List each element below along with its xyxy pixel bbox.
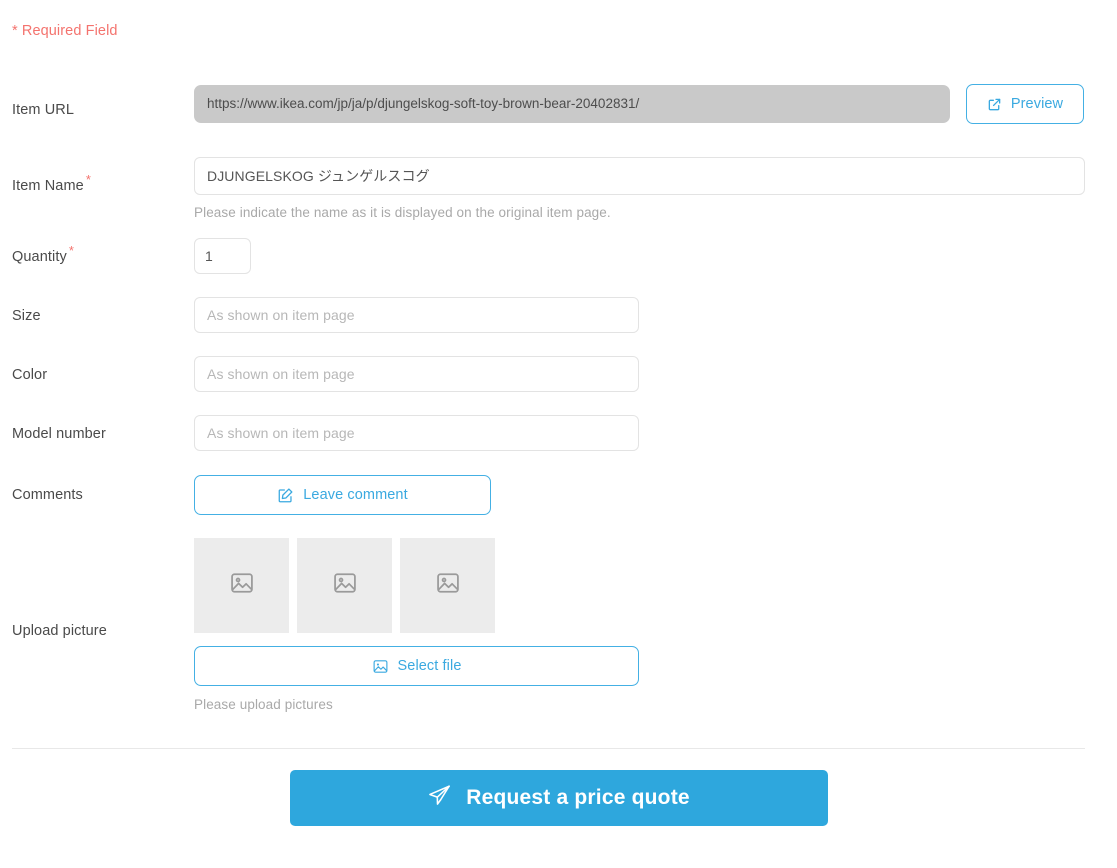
upload-picture-helper-text: Please upload pictures	[194, 697, 333, 712]
paper-plane-icon	[427, 783, 452, 814]
thumbnail-slot[interactable]	[194, 538, 289, 633]
image-placeholder-icon	[434, 569, 462, 602]
color-field-group	[194, 356, 639, 392]
quantity-label: Quantity *	[12, 244, 74, 265]
image-icon	[372, 658, 389, 675]
thumbnail-list	[194, 538, 639, 633]
model-number-label: Model number	[12, 426, 106, 442]
request-price-quote-button-label: Request a price quote	[466, 786, 690, 809]
thumbnail-slot[interactable]	[297, 538, 392, 633]
comments-label-text: Comments	[12, 487, 83, 503]
image-placeholder-icon	[331, 569, 359, 602]
external-link-icon	[987, 97, 1002, 112]
thumbnail-slot[interactable]	[400, 538, 495, 633]
size-input[interactable]	[194, 297, 639, 333]
color-label-text: Color	[12, 367, 48, 383]
comments-field-group: Leave comment	[194, 475, 491, 515]
upload-picture-label: Upload picture	[12, 623, 107, 639]
price-quote-form-page: * Required Field Item URL https://www.ik…	[0, 0, 1117, 868]
pencil-square-icon	[277, 487, 294, 504]
submit-button-container: Request a price quote	[0, 770, 1117, 826]
quantity-label-text: Quantity	[12, 249, 67, 265]
item-name-helper-text: Please indicate the name as it is displa…	[194, 205, 611, 220]
model-number-field-group	[194, 415, 639, 451]
required-field-note: * Required Field	[12, 23, 118, 39]
model-number-label-text: Model number	[12, 426, 106, 442]
request-price-quote-button[interactable]: Request a price quote	[289, 770, 828, 826]
preview-button-label: Preview	[1010, 96, 1064, 112]
item-url-label: Item URL	[12, 102, 74, 118]
color-label: Color	[12, 367, 47, 383]
upload-picture-label-text: Upload picture	[12, 623, 107, 639]
item-url-label-text: Item URL	[12, 102, 75, 118]
item-name-input[interactable]: DJUNGELSKOG ジュンゲルスコグ	[194, 157, 1085, 195]
item-name-required-asterisk: *	[85, 172, 91, 188]
leave-comment-button-label: Leave comment	[303, 487, 408, 503]
select-file-button-label: Select file	[397, 658, 462, 674]
upload-picture-field-group: Select file Please upload pictures	[194, 538, 639, 712]
quantity-input[interactable]: 1	[194, 238, 251, 274]
select-file-button[interactable]: Select file	[194, 646, 639, 686]
item-name-label-text: Item Name	[12, 178, 84, 194]
size-field-group	[194, 297, 639, 333]
item-url-field-group: https://www.ikea.com/jp/ja/p/djungelskog…	[194, 84, 1084, 124]
quantity-required-asterisk: *	[68, 243, 74, 259]
size-label: Size	[12, 308, 41, 324]
comments-label: Comments	[12, 487, 83, 503]
size-label-text: Size	[12, 308, 41, 324]
preview-button[interactable]: Preview	[966, 84, 1084, 124]
form-divider	[12, 748, 1085, 749]
quantity-field-group: 1	[194, 238, 251, 274]
item-url-input[interactable]: https://www.ikea.com/jp/ja/p/djungelskog…	[194, 85, 950, 123]
image-placeholder-icon	[228, 569, 256, 602]
select-file-row: Select file	[194, 646, 639, 686]
model-number-input[interactable]	[194, 415, 639, 451]
color-input[interactable]	[194, 356, 639, 392]
item-name-field-group: DJUNGELSKOG ジュンゲルスコグ Please indicate the…	[194, 157, 1085, 220]
leave-comment-button[interactable]: Leave comment	[194, 475, 491, 515]
item-name-label: Item Name *	[12, 173, 91, 194]
